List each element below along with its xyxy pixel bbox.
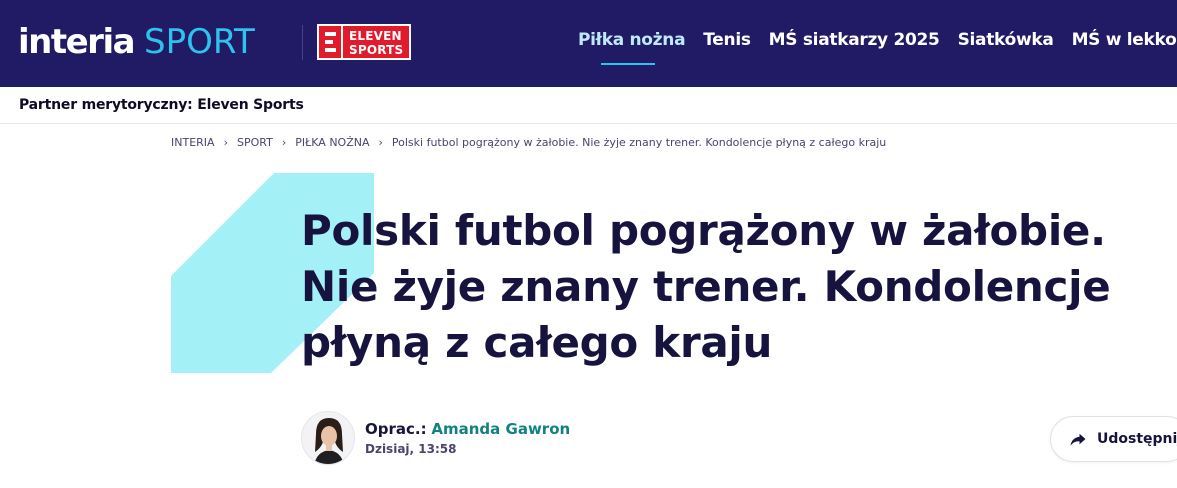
author-name-link[interactable]: Amanda Gawron xyxy=(431,420,570,438)
breadcrumb-separator: › xyxy=(378,136,383,149)
eleven-logo-line2: SPORTS xyxy=(349,42,404,57)
nav-item-tenis[interactable]: Tenis xyxy=(703,30,751,50)
eleven-logo-line1: ELEVEN xyxy=(349,28,402,43)
author-line: Oprac.: Amanda Gawron xyxy=(365,420,570,438)
breadcrumb-pilka-nozna[interactable]: PIŁKA NOŻNA xyxy=(295,136,369,149)
share-arrow-icon xyxy=(1070,433,1086,446)
main-nav: Piłka nożna Tenis MŚ siatkarzy 2025 Siat… xyxy=(578,30,1177,50)
nav-item-ms-siatkarzy[interactable]: MŚ siatkarzy 2025 xyxy=(769,30,940,50)
eleven-sports-mark-icon xyxy=(317,24,343,60)
logo-sport-text: SPORT xyxy=(144,22,255,62)
article-title: Polski futbol pogrążony w żałobie. Nie ż… xyxy=(301,206,1111,367)
breadcrumb-separator: › xyxy=(281,136,287,149)
author-avatar[interactable] xyxy=(301,411,355,465)
eleven-sports-wordmark: ELEVEN SPORTS xyxy=(343,24,412,60)
nav-item-ms-lekkoatletyka[interactable]: MŚ w lekkoatletyce xyxy=(1072,30,1177,50)
breadcrumb: INTERIA › SPORT › PIŁKA NOŻNA › Polski f… xyxy=(171,136,886,149)
breadcrumb-interia[interactable]: INTERIA xyxy=(171,136,215,149)
share-label: Udostępnij xyxy=(1097,431,1177,447)
eleven-sports-logo[interactable]: ELEVEN SPORTS xyxy=(317,24,416,60)
nav-item-siatkowka[interactable]: Siatkówka xyxy=(958,30,1054,50)
interia-sport-logo[interactable]: interia SPORT xyxy=(18,22,255,62)
author-prefix: Oprac.: xyxy=(365,420,427,438)
partner-bar: Partner merytoryczny: Eleven Sports xyxy=(0,87,1177,124)
nav-item-pilka-nozna[interactable]: Piłka nożna xyxy=(578,30,686,50)
breadcrumb-current: Polski futbol pogrążony w żałobie. Nie ż… xyxy=(391,136,887,149)
header-divider xyxy=(302,25,303,60)
publish-date: Dzisiaj, 13:58 xyxy=(365,442,457,456)
breadcrumb-sport[interactable]: SPORT xyxy=(237,136,273,149)
breadcrumb-separator: › xyxy=(223,136,228,149)
share-button[interactable]: Udostępnij xyxy=(1050,416,1177,462)
active-nav-indicator xyxy=(601,63,655,65)
logo-interia-text: interia xyxy=(18,22,136,62)
site-header: interia SPORT ELEVEN SPORTS Piłka nożna … xyxy=(0,0,1177,87)
partner-text: Partner merytoryczny: Eleven Sports xyxy=(19,97,304,113)
author-photo xyxy=(302,412,354,464)
